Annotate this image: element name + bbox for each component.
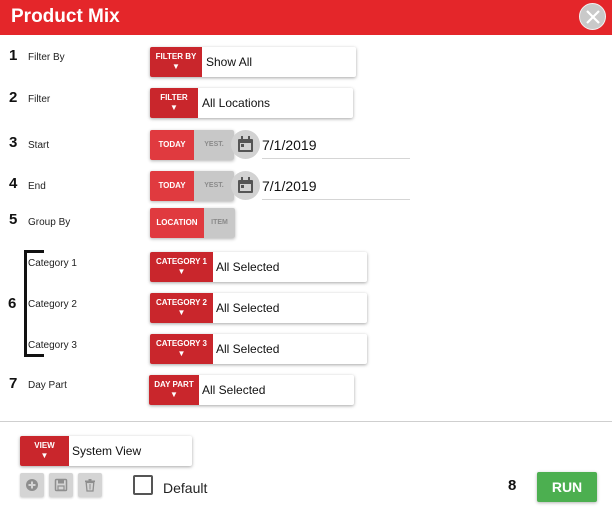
chevron-down-icon: ▼ — [177, 267, 186, 276]
close-button[interactable] — [579, 3, 606, 30]
start-date-toggle: TODAY YEST. — [150, 130, 234, 160]
start-calendar-button[interactable] — [231, 130, 260, 159]
start-today-button[interactable]: TODAY — [150, 130, 194, 160]
day-part-value: All Selected — [202, 383, 266, 397]
day-part-button-label: DAY PART — [154, 380, 194, 389]
chevron-down-icon: ▼ — [177, 308, 186, 317]
chevron-down-icon: ▼ — [170, 390, 178, 399]
start-label: Start — [28, 140, 50, 151]
category-2-select[interactable]: CATEGORY 2 ▼ All Selected — [150, 293, 367, 323]
end-date-value[interactable]: 7/1/2019 — [262, 178, 317, 194]
step-number-5: 5 — [9, 211, 18, 228]
chevron-down-icon: ▼ — [170, 103, 178, 112]
end-date-underline — [262, 199, 410, 200]
title-bar: Product Mix — [0, 0, 612, 35]
category-3-button-label: CATEGORY 3 — [156, 339, 207, 348]
filter-by-button-label: FILTER BY — [155, 52, 197, 61]
chevron-down-icon: ▼ — [172, 62, 180, 71]
step-number-1: 1 — [9, 47, 18, 64]
step-number-3: 3 — [9, 134, 18, 151]
filter-button-label: FILTER — [160, 93, 188, 102]
end-date-toggle: TODAY YEST. — [150, 171, 234, 201]
step-number-8: 8 — [508, 477, 517, 494]
group-by-toggle: LOCATION ITEM — [150, 208, 235, 238]
window-title: Product Mix — [11, 6, 120, 27]
view-button-label: VIEW — [34, 441, 55, 450]
filter-by-label: Filter By — [28, 52, 65, 63]
filter-value: All Locations — [202, 96, 271, 110]
category-1-button-label: CATEGORY 1 — [156, 257, 207, 266]
category-1-value: All Selected — [216, 260, 280, 274]
category-3-select[interactable]: CATEGORY 3 ▼ All Selected — [150, 334, 367, 364]
category-2-value: All Selected — [216, 301, 280, 315]
filter-label: Filter — [28, 94, 51, 105]
filter-by-button[interactable]: FILTER BY ▼ — [150, 47, 202, 77]
group-by-item-button[interactable]: ITEM — [204, 208, 235, 238]
day-part-label: Day Part — [28, 380, 67, 391]
end-today-button[interactable]: TODAY — [150, 171, 194, 201]
filter-by-select[interactable]: FILTER BY ▼ Show All — [150, 47, 356, 77]
category-3-value: All Selected — [216, 342, 280, 356]
category-3-label: Category 3 — [28, 340, 77, 351]
default-label: Default — [163, 480, 208, 496]
category-1-label: Category 1 — [28, 258, 77, 269]
step-number-6: 6 — [8, 295, 17, 312]
view-select[interactable]: VIEW ▼ System View — [20, 436, 192, 466]
start-date-value[interactable]: 7/1/2019 — [262, 137, 317, 153]
start-yesterday-button[interactable]: YEST. — [194, 130, 234, 160]
group-by-label: Group By — [28, 217, 71, 228]
run-button[interactable]: RUN — [537, 472, 597, 502]
category-1-button[interactable]: CATEGORY 1 ▼ — [150, 252, 213, 282]
calendar-icon — [238, 177, 253, 193]
step-number-7: 7 — [9, 375, 18, 392]
step-number-4: 4 — [9, 175, 18, 192]
close-icon — [586, 10, 600, 24]
filter-button[interactable]: FILTER ▼ — [150, 88, 198, 118]
end-calendar-button[interactable] — [231, 171, 260, 200]
trash-icon — [85, 479, 95, 492]
calendar-icon — [238, 136, 253, 152]
save-icon — [54, 478, 68, 492]
view-button[interactable]: VIEW ▼ — [20, 436, 69, 466]
filter-select[interactable]: FILTER ▼ All Locations — [150, 88, 353, 118]
add-view-button[interactable] — [20, 473, 44, 497]
default-checkbox[interactable] — [133, 475, 153, 495]
category-2-button-label: CATEGORY 2 — [156, 298, 207, 307]
view-value: System View — [72, 444, 142, 458]
category-2-button[interactable]: CATEGORY 2 ▼ — [150, 293, 213, 323]
day-part-select[interactable]: DAY PART ▼ All Selected — [149, 375, 354, 405]
chevron-down-icon: ▼ — [177, 349, 186, 358]
end-yesterday-button[interactable]: YEST. — [194, 171, 234, 201]
day-part-button[interactable]: DAY PART ▼ — [149, 375, 199, 405]
category-1-select[interactable]: CATEGORY 1 ▼ All Selected — [150, 252, 367, 282]
add-icon — [26, 479, 38, 491]
footer-divider — [0, 421, 612, 422]
category-3-button[interactable]: CATEGORY 3 ▼ — [150, 334, 213, 364]
delete-view-button[interactable] — [78, 473, 102, 497]
start-date-underline — [262, 158, 410, 159]
group-by-location-button[interactable]: LOCATION — [150, 208, 204, 238]
filter-by-value: Show All — [206, 55, 253, 69]
category-2-label: Category 2 — [28, 299, 77, 310]
step-number-2: 2 — [9, 89, 18, 106]
save-view-button[interactable] — [49, 473, 73, 497]
chevron-down-icon: ▼ — [40, 451, 49, 460]
end-label: End — [28, 181, 46, 192]
